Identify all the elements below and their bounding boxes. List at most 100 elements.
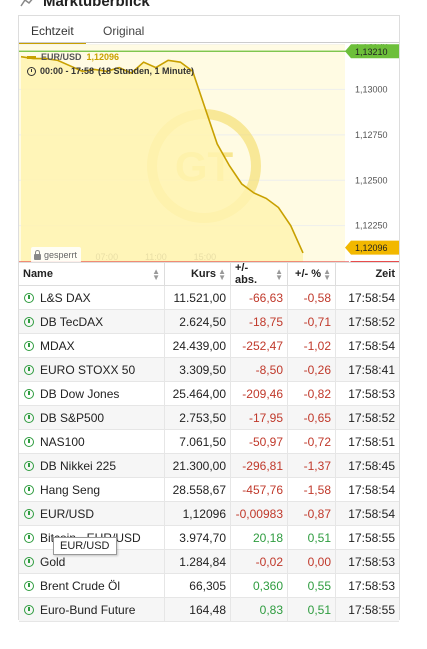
- instrument-name[interactable]: Brent Crude Öl: [40, 579, 120, 593]
- instrument-name[interactable]: Hang Seng: [40, 483, 100, 497]
- table-row[interactable]: NAS100 7.061,50 -50,97 -0,72 17:58:51: [19, 430, 399, 454]
- cell-kurs: 7.061,50: [165, 430, 231, 453]
- cell-kurs: 2.753,50: [165, 406, 231, 429]
- cell-zeit: 17:58:52: [348, 314, 395, 329]
- chart-line-icon: [20, 0, 33, 7]
- table-row[interactable]: DB Nikkei 225 21.300,00 -296,81 -1,37 17:58:…: [19, 454, 399, 478]
- instrument-name[interactable]: NAS100: [40, 435, 85, 449]
- header-name[interactable]: Name ▲ ▼: [19, 263, 165, 285]
- cell-kurs: 164,48: [165, 598, 231, 621]
- cell-pct: -1,02: [288, 334, 336, 357]
- cell-name[interactable]: DB TecDAX: [19, 310, 165, 333]
- market-status-icon: [24, 508, 34, 519]
- cell-pct: -0,87: [288, 502, 336, 525]
- cell-kurs: 1.284,84: [165, 550, 231, 573]
- cell-zeit: 17:58:53: [348, 578, 395, 593]
- table-row[interactable]: EUR/USD 1,12096 -0,00983 -0,87 17:58:54: [19, 502, 399, 526]
- table-header: Name ▲ ▼ Kurs ▲ ▼ +/- abs. ▲ ▼ +/- % ▲ ▼ Zei…: [19, 262, 399, 286]
- table-row[interactable]: Euro-Bund Future 164,48 0,83 0,51 17:58:55: [19, 598, 399, 622]
- market-status-icon: [24, 604, 34, 615]
- table-row[interactable]: Brent Crude Öl 66,305 0,360 0,55 17:58:53: [19, 574, 399, 598]
- cell-abs: -8,50: [231, 358, 288, 381]
- header-pct[interactable]: +/- % ▲ ▼: [288, 263, 336, 285]
- sort-icon: ▲ ▼: [152, 267, 160, 282]
- tab-original[interactable]: Original: [103, 24, 144, 38]
- y-tick-label: 1,12250: [355, 221, 388, 231]
- cell-abs: -18,75: [231, 310, 288, 333]
- instrument-name[interactable]: DB TecDAX: [40, 315, 103, 329]
- cell-kurs: 66,305: [165, 574, 231, 597]
- cell-abs: -252,47: [231, 334, 288, 357]
- header-kurs[interactable]: Kurs ▲ ▼: [165, 263, 231, 285]
- cell-kurs: 25.464,00: [165, 382, 231, 405]
- price-marker-top: 1,13210: [345, 44, 399, 59]
- cell-name[interactable]: NAS100: [19, 430, 165, 453]
- cell-name[interactable]: DB Nikkei 225: [19, 454, 165, 477]
- cell-pct: -0,65: [288, 406, 336, 429]
- section-title: Marktüberblick: [43, 0, 150, 10]
- legend-price: 1,12096: [86, 52, 120, 62]
- sort-icon: ▲ ▼: [323, 267, 331, 282]
- instrument-name[interactable]: L&S DAX: [40, 291, 91, 305]
- market-status-icon: [24, 340, 34, 351]
- lock-icon: [34, 249, 41, 260]
- cell-kurs: 11.521,00: [165, 286, 231, 309]
- table-body: L&S DAX 11.521,00 -66,63 -0,58 17:58:54 DB Te…: [19, 286, 399, 622]
- cell-name[interactable]: Brent Crude Öl: [19, 574, 165, 597]
- cell-name[interactable]: DB Dow Jones: [19, 382, 165, 405]
- table-row[interactable]: Hang Seng 28.558,67 -457,76 -1,58 17:58:54: [19, 478, 399, 502]
- tab-echtzeit[interactable]: Echtzeit: [19, 24, 86, 45]
- price-chart[interactable]: 1,132501,130001,127501,125001,1225003:00…: [19, 44, 399, 274]
- market-status-icon: [24, 484, 34, 495]
- sort-icon: ▲ ▼: [218, 267, 226, 282]
- cell-abs: 0,83: [231, 598, 288, 621]
- cell-name[interactable]: MDAX: [19, 334, 165, 357]
- cell-pct: -0,26: [288, 358, 336, 381]
- cell-kurs: 28.558,67: [165, 478, 231, 501]
- instrument-name[interactable]: EURO STOXX 50: [40, 363, 135, 377]
- table-row[interactable]: EURO STOXX 50 3.309,50 -8,50 -0,26 17:58:41: [19, 358, 399, 382]
- cell-kurs: 2.624,50: [165, 310, 231, 333]
- cell-zeit: 17:58:54: [348, 506, 395, 521]
- cell-name[interactable]: EUR/USD: [19, 502, 165, 525]
- cell-abs: -50,97: [231, 430, 288, 453]
- cell-kurs: 24.439,00: [165, 334, 231, 357]
- table-row[interactable]: L&S DAX 11.521,00 -66,63 -0,58 17:58:54: [19, 286, 399, 310]
- instrument-name[interactable]: Euro-Bund Future: [40, 603, 135, 617]
- cell-name[interactable]: Euro-Bund Future: [19, 598, 165, 621]
- cell-pct: 0,00: [288, 550, 336, 573]
- table-row[interactable]: MDAX 24.439,00 -252,47 -1,02 17:58:54: [19, 334, 399, 358]
- instrument-name[interactable]: DB Nikkei 225: [40, 459, 116, 473]
- cell-zeit: 17:58:51: [348, 434, 395, 449]
- cell-zeit: 17:58:55: [348, 602, 395, 617]
- cell-abs: -0,00983: [231, 502, 288, 525]
- clock-icon: [27, 66, 36, 76]
- header-zeit-label: Zeit: [375, 268, 395, 280]
- table-row[interactable]: DB S&P500 2.753,50 -17,95 -0,65 17:58:52: [19, 406, 399, 430]
- cell-name[interactable]: DB S&P500: [19, 406, 165, 429]
- cell-kurs: 21.300,00: [165, 454, 231, 477]
- cell-name[interactable]: EURO STOXX 50: [19, 358, 165, 381]
- instrument-name[interactable]: DB S&P500: [40, 411, 104, 425]
- price-marker-current: 1,12096: [345, 240, 399, 255]
- cell-zeit: 17:58:54: [348, 290, 395, 305]
- instrument-name[interactable]: MDAX: [40, 339, 75, 353]
- cell-abs: -457,76: [231, 478, 288, 501]
- y-tick-label: 1,12500: [355, 175, 388, 185]
- legend-duration: (18 Stunden, 1 Minute): [98, 66, 195, 76]
- cell-zeit: 17:58:53: [348, 386, 395, 401]
- cell-name[interactable]: Hang Seng: [19, 478, 165, 501]
- header-zeit[interactable]: Zeit: [336, 263, 399, 285]
- cell-zeit: 17:58:55: [348, 530, 395, 545]
- header-abs-label: +/- abs.: [235, 262, 258, 286]
- table-row[interactable]: DB TecDAX 2.624,50 -18,75 -0,71 17:58:52: [19, 310, 399, 334]
- header-abs[interactable]: +/- abs. ▲ ▼: [231, 262, 288, 286]
- instrument-name[interactable]: DB Dow Jones: [40, 387, 119, 401]
- cell-name[interactable]: L&S DAX: [19, 286, 165, 309]
- instrument-name[interactable]: Gold: [40, 555, 65, 569]
- y-tick-label: 1,13000: [355, 84, 388, 94]
- instrument-name[interactable]: EUR/USD: [40, 507, 94, 521]
- quotes-table: Name ▲ ▼ Kurs ▲ ▼ +/- abs. ▲ ▼ +/- % ▲ ▼ Zei…: [19, 262, 399, 622]
- locked-badge[interactable]: gesperrt: [31, 247, 82, 263]
- table-row[interactable]: DB Dow Jones 25.464,00 -209,46 -0,82 17:58:5…: [19, 382, 399, 406]
